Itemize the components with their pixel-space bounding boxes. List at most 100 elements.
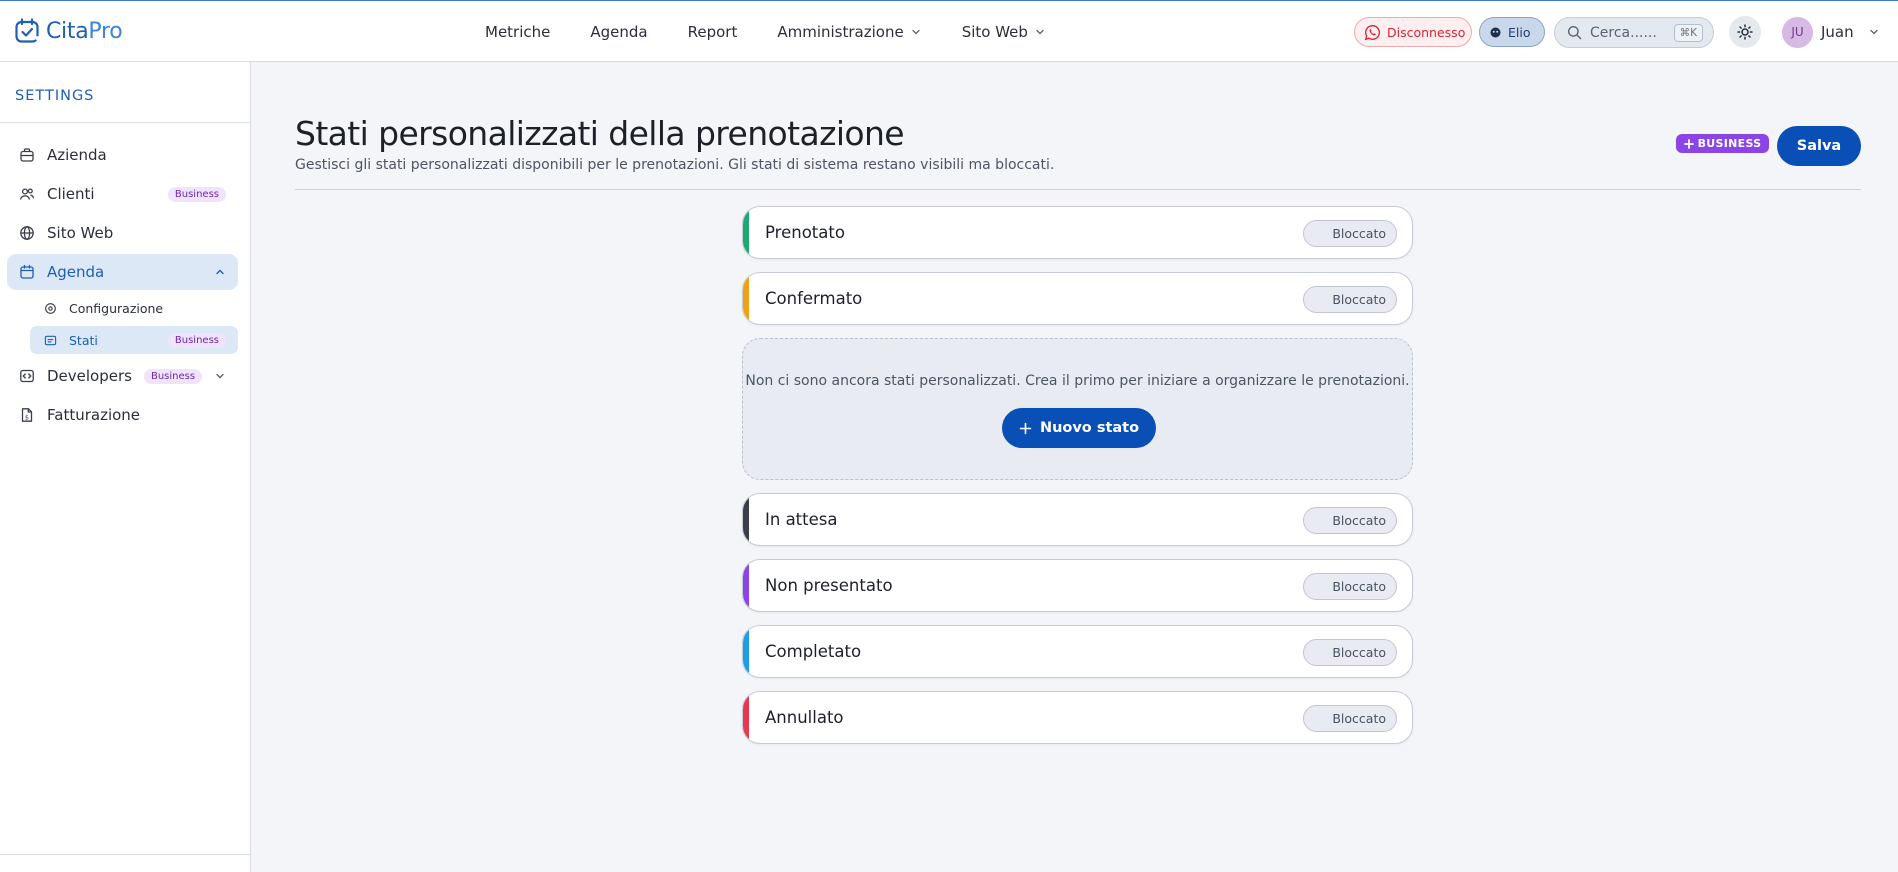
nav-sito-web[interactable]: Sito Web <box>962 23 1046 41</box>
sidebar-subitem-stati[interactable]: Stati Business <box>30 326 238 354</box>
business-plan-tag: BUSINESS <box>1676 134 1769 153</box>
locked-badge: Bloccato <box>1303 639 1397 666</box>
sidebar-item-developers[interactable]: Developers Business <box>7 358 238 394</box>
user-menu[interactable]: JU Juan <box>1782 16 1880 48</box>
users-icon <box>19 188 35 200</box>
status-label: Non presentato <box>765 576 893 595</box>
top-navbar: CitaPro Metriche Agenda Report Amministr… <box>0 0 1898 62</box>
business-plan-tag-label: BUSINESS <box>1697 137 1762 150</box>
calendar-check-logo-icon <box>15 18 39 43</box>
calendar-icon <box>20 264 34 279</box>
sidebar-item-sito-web[interactable]: Sito Web <box>7 215 238 251</box>
status-color-bar <box>743 207 749 258</box>
globe-icon <box>20 226 34 240</box>
locked-badge: Bloccato <box>1303 220 1397 247</box>
status-label: In attesa <box>765 510 838 529</box>
locked-badge: Bloccato <box>1303 286 1397 313</box>
status-row-confermato: Confermato Bloccato <box>742 272 1413 325</box>
plus-icon <box>1019 422 1032 434</box>
chevron-up-icon <box>216 269 224 275</box>
sidebar-subitem-label: Configurazione <box>69 300 164 316</box>
new-status-button[interactable]: Nuovo stato <box>1002 408 1156 448</box>
save-button[interactable]: Salva <box>1777 126 1861 166</box>
sun-icon <box>1737 24 1753 40</box>
status-row-prenotato: Prenotato Bloccato <box>742 206 1413 259</box>
status-row-completato: Completato Bloccato <box>742 625 1413 678</box>
sidebar-bottom-divider <box>0 854 250 855</box>
nav-sito-web-label: Sito Web <box>961 23 1028 41</box>
disconnected-label: Disconnesso <box>1387 24 1466 40</box>
sidebar-item-label: Azienda <box>47 146 107 164</box>
app-logo[interactable]: CitaPro <box>14 16 123 46</box>
status-color-bar <box>743 560 749 611</box>
sidebar-item-fatturazione[interactable]: $ Fatturazione <box>7 397 238 433</box>
logo-text-cita: Cita <box>46 18 89 44</box>
sidebar-divider <box>0 122 250 123</box>
code-icon <box>20 369 34 383</box>
nav-metriche-label: Metriche <box>485 23 551 41</box>
assistant-elio-button[interactable]: Elio <box>1479 17 1545 47</box>
nav-report[interactable]: Report <box>688 23 738 41</box>
sidebar-item-label: Agenda <box>47 263 105 281</box>
business-badge: Business <box>143 368 203 384</box>
nav-amministrazione-label: Amministrazione <box>777 23 904 41</box>
nav-agenda[interactable]: Agenda <box>590 23 647 41</box>
sidebar-item-clienti[interactable]: Clienti Business <box>7 176 238 212</box>
locked-badge: Bloccato <box>1303 705 1397 732</box>
status-row-in-attesa: In attesa Bloccato <box>742 493 1413 546</box>
page-subtitle: Gestisci gli stati personalizzati dispon… <box>295 157 1055 173</box>
status-color-bar <box>743 626 749 677</box>
nav-agenda-label: Agenda <box>590 23 648 41</box>
svg-text:$: $ <box>25 414 29 421</box>
status-row-non-presentato: Non presentato Bloccato <box>742 559 1413 612</box>
status-label: Completato <box>765 642 862 661</box>
business-badge: Business <box>167 186 226 202</box>
sidebar-item-azienda[interactable]: Azienda <box>7 137 238 173</box>
avatar: JU <box>1782 16 1813 48</box>
status-color-bar <box>743 494 749 545</box>
settings-sidebar: SETTINGS Azienda Clienti Business Sito W… <box>0 62 251 872</box>
status-color-bar <box>743 273 749 324</box>
sidebar-item-agenda[interactable]: Agenda <box>7 254 238 290</box>
nav-amministrazione[interactable]: Amministrazione <box>777 23 921 41</box>
status-label: Annullato <box>765 708 844 727</box>
plus-icon <box>1683 138 1694 149</box>
locked-badge: Bloccato <box>1303 507 1397 534</box>
chevron-down-icon <box>216 373 224 379</box>
header-divider <box>295 189 1861 190</box>
locked-badge: Bloccato <box>1303 573 1397 600</box>
new-status-button-label: Nuovo stato <box>1039 420 1140 436</box>
chevron-down-icon <box>1869 29 1878 35</box>
search-shortcut-hint: ⌘K <box>1673 24 1703 42</box>
search-icon <box>1567 25 1582 40</box>
theme-toggle-button[interactable] <box>1729 16 1761 48</box>
whatsapp-icon <box>1364 24 1381 40</box>
robot-face-icon <box>1490 27 1501 37</box>
sidebar-item-label: Sito Web <box>47 224 114 242</box>
empty-state-message: Non ci sono ancora stati personalizzati.… <box>745 373 1410 389</box>
assistant-label: Elio <box>1508 24 1531 40</box>
sidebar-subitem-label: Stati <box>69 332 98 348</box>
sidebar-item-label: Clienti <box>47 185 95 203</box>
logo-text-pro: Pro <box>88 18 123 44</box>
sidebar-subitem-configurazione[interactable]: Configurazione <box>30 294 238 322</box>
status-icon <box>44 335 57 345</box>
nav-metriche[interactable]: Metriche <box>485 23 550 41</box>
status-label: Prenotato <box>765 223 845 242</box>
settings-icon <box>45 302 56 314</box>
sidebar-item-label: Fatturazione <box>47 406 141 424</box>
status-color-bar <box>743 692 749 743</box>
nav-report-label: Report <box>687 23 738 41</box>
business-badge: Business <box>167 332 226 348</box>
main-nav: Metriche Agenda Report Amministrazione S… <box>485 1 1046 63</box>
custom-statuses-empty-state: Non ci sono ancora stati personalizzati.… <box>742 338 1413 480</box>
status-label: Confermato <box>765 289 863 308</box>
chevron-down-icon <box>1036 29 1044 35</box>
chevron-down-icon <box>912 29 920 35</box>
search-placeholder: Cerca...... <box>1590 24 1657 41</box>
user-name: Juan <box>1821 23 1854 41</box>
search-input[interactable]: Cerca...... ⌘K <box>1554 17 1714 48</box>
page-title: Stati personalizzati della prenotazione <box>295 114 905 153</box>
whatsapp-status-button[interactable]: Disconnesso <box>1354 17 1472 47</box>
invoice-icon: $ <box>21 408 33 422</box>
